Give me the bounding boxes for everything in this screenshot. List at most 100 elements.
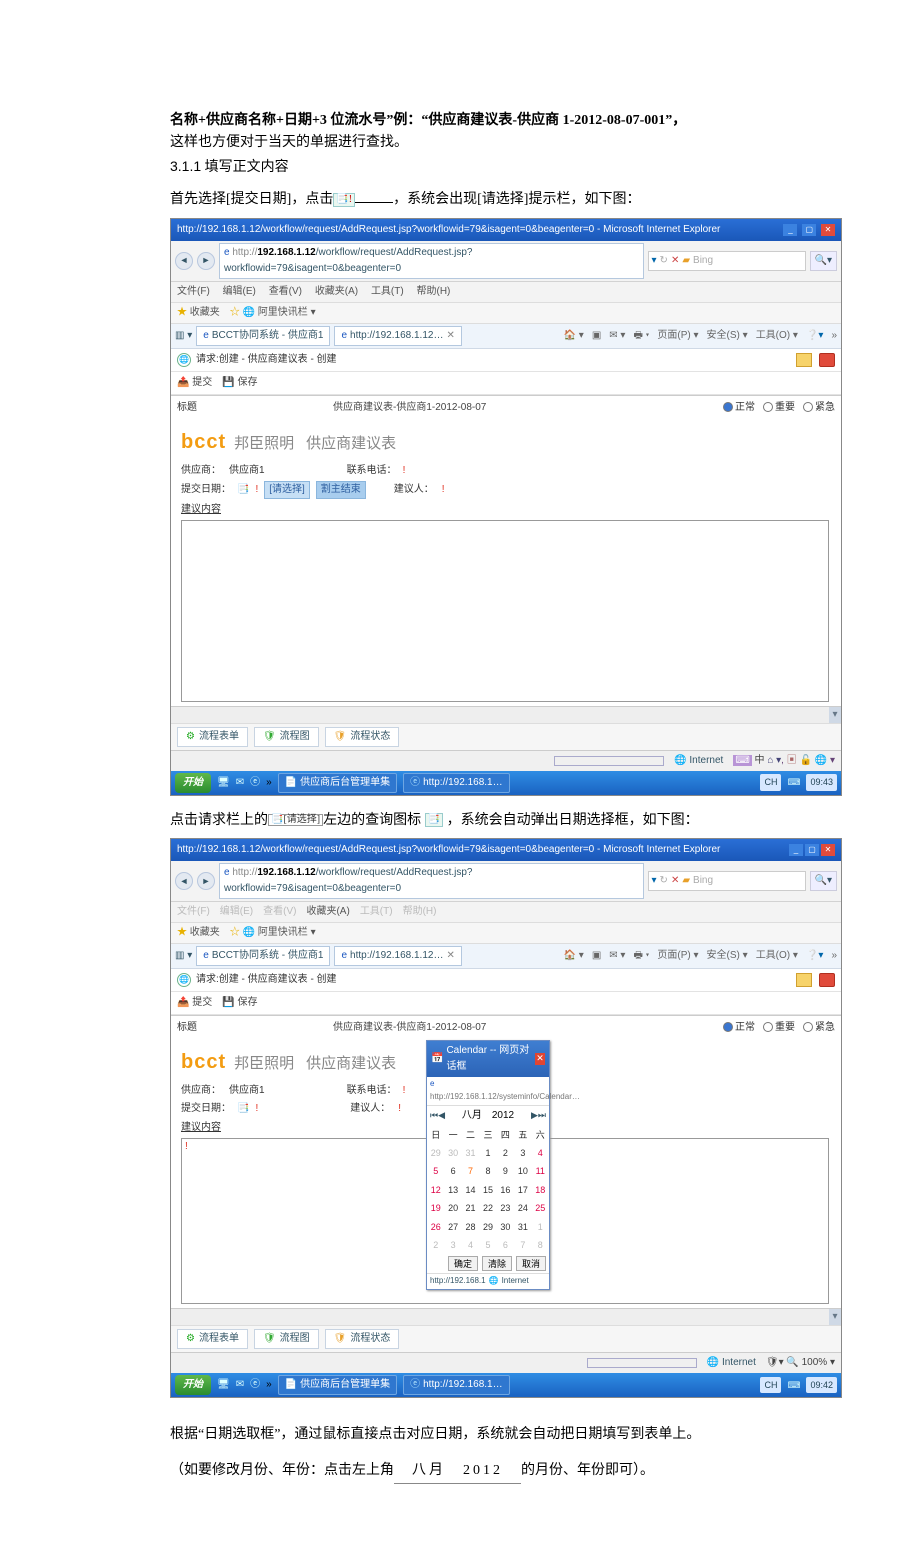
fav-item[interactable]: 🌐: [243, 307, 255, 318]
calendar-day[interactable]: 6: [444, 1162, 461, 1180]
tab-bcct[interactable]: eBCCT协同系统 - 供应商1: [196, 326, 330, 346]
ql-mail-icon[interactable]: ✉: [236, 775, 244, 791]
cal-next-year[interactable]: ⏭: [538, 1108, 546, 1122]
calendar-day[interactable]: 18: [532, 1181, 549, 1199]
date-search-icon[interactable]: 📑: [237, 482, 249, 498]
date-reqsel[interactable]: [请选择]: [264, 481, 310, 499]
tool-help-icon[interactable]: ❔▾: [806, 328, 823, 344]
calendar-day[interactable]: 19: [427, 1199, 444, 1217]
submit-action[interactable]: 📤 提交: [177, 375, 212, 391]
cal-prev-year[interactable]: ⏮: [430, 1108, 438, 1122]
calendar-day[interactable]: 8: [532, 1236, 549, 1254]
calendar-day[interactable]: 8: [479, 1162, 496, 1180]
menu-file[interactable]: 文件(F): [177, 286, 210, 297]
calendar-day[interactable]: 6: [497, 1236, 514, 1254]
calendar-day[interactable]: 4: [462, 1236, 479, 1254]
calendar-day[interactable]: 1: [479, 1144, 496, 1162]
tool-safe-dd[interactable]: 安全(S) ▾: [707, 328, 748, 344]
calendar-day[interactable]: 30: [497, 1218, 514, 1236]
tray-ime-icon[interactable]: ⌨: [787, 775, 800, 789]
save-action[interactable]: 💾 保存: [222, 375, 257, 391]
date-reqsel-btn[interactable]: 割主结束: [316, 481, 366, 499]
content-textarea[interactable]: [181, 520, 829, 702]
calendar-day[interactable]: 2: [497, 1144, 514, 1162]
tabbar-left-icon[interactable]: ▥ ▾: [175, 328, 192, 344]
calendar-day[interactable]: 28: [462, 1218, 479, 1236]
nav-back-button[interactable]: ◄: [175, 252, 193, 270]
calendar-day[interactable]: 15: [479, 1181, 496, 1199]
start-button[interactable]: 开始: [175, 773, 211, 793]
urgency-urgent[interactable]: 紧急: [803, 400, 835, 416]
calendar-day[interactable]: 23: [497, 1199, 514, 1217]
calendar-day[interactable]: 31: [462, 1144, 479, 1162]
tool-home-icon[interactable]: 🏠 ▾: [564, 328, 584, 344]
calendar-day[interactable]: 7: [514, 1236, 531, 1254]
calendar-day[interactable]: 16: [497, 1181, 514, 1199]
menu-view[interactable]: 查看(V): [269, 286, 302, 297]
nav-fwd-button[interactable]: ►: [197, 252, 215, 270]
calendar-day[interactable]: 30: [444, 1144, 461, 1162]
cal-clear-button[interactable]: 清除: [482, 1256, 512, 1271]
calendar-day[interactable]: 5: [427, 1162, 444, 1180]
close-button[interactable]: ✕: [821, 224, 835, 236]
cal-cancel-button[interactable]: 取消: [516, 1256, 546, 1271]
cal-ok-button[interactable]: 确定: [448, 1256, 478, 1271]
calendar-day[interactable]: 24: [514, 1199, 531, 1217]
calendar-day[interactable]: 29: [427, 1144, 444, 1162]
favorites-icon[interactable]: ★: [177, 307, 187, 318]
calendar-day[interactable]: 21: [462, 1199, 479, 1217]
tool-feed-icon[interactable]: ▣: [592, 328, 601, 344]
calendar-day[interactable]: 11: [532, 1162, 549, 1180]
tab-url[interactable]: ehttp://192.168.1.12… ✕: [334, 326, 461, 346]
zoom-level[interactable]: 🛡▾ 🔍 100% ▾: [766, 1355, 835, 1371]
menu-help[interactable]: 帮助(H): [417, 286, 451, 297]
menu-fav[interactable]: 收藏夹(A): [315, 286, 358, 297]
urgency-normal[interactable]: 正常: [723, 400, 755, 416]
tool-mail-icon[interactable]: ✉ ▾: [609, 328, 625, 344]
tab-chart[interactable]: 🛡流程图: [254, 727, 319, 747]
ql-ie-icon[interactable]: ⓔ: [250, 775, 260, 791]
calendar-day[interactable]: 3: [514, 1144, 531, 1162]
calendar-day[interactable]: 17: [514, 1181, 531, 1199]
refresh-icon[interactable]: ↻: [660, 253, 668, 269]
calendar-day[interactable]: 14: [462, 1181, 479, 1199]
calendar-day[interactable]: 12: [427, 1181, 444, 1199]
task-app2[interactable]: ⓔhttp://192.168.1…: [403, 773, 510, 793]
ime-bubble[interactable]: CH: [760, 774, 781, 790]
menu-tool[interactable]: 工具(T): [371, 286, 404, 297]
menu-edit[interactable]: 编辑(E): [223, 286, 256, 297]
minimize-button[interactable]: _: [783, 224, 797, 236]
calendar-day[interactable]: 29: [479, 1218, 496, 1236]
tool-page-dd[interactable]: 页面(P) ▾: [657, 328, 698, 344]
calendar-day[interactable]: 3: [444, 1236, 461, 1254]
urgency-important[interactable]: 重要: [763, 400, 795, 416]
tab-form[interactable]: ⚙流程表单: [177, 727, 248, 747]
calendar-day[interactable]: 5: [479, 1236, 496, 1254]
cal-prev-month[interactable]: ◀: [438, 1108, 445, 1122]
calendar-close-button[interactable]: ✕: [535, 1053, 545, 1065]
tab-status[interactable]: 🛡流程状态: [325, 727, 400, 747]
calendar-day[interactable]: 25: [532, 1199, 549, 1217]
calendar-day[interactable]: 1: [532, 1218, 549, 1236]
calendar-day[interactable]: 7: [462, 1162, 479, 1180]
calendar-day[interactable]: 20: [444, 1199, 461, 1217]
calendar-day[interactable]: 13: [444, 1181, 461, 1199]
calendar-day[interactable]: 22: [479, 1199, 496, 1217]
address-input[interactable]: e http://http://192.168.1.12/workflow/re…: [219, 243, 644, 279]
reqline-btn-2[interactable]: [819, 353, 835, 367]
calendar-day[interactable]: 31: [514, 1218, 531, 1236]
calendar-day[interactable]: 4: [532, 1144, 549, 1162]
stop-icon[interactable]: ✕: [671, 253, 679, 269]
cal-next-month[interactable]: ▶: [531, 1108, 538, 1122]
ql-desktop-icon[interactable]: 🖥: [217, 775, 230, 791]
tool-print-icon[interactable]: 🖶 ▾: [633, 328, 649, 344]
calendar-day[interactable]: 2: [427, 1236, 444, 1254]
calendar-day[interactable]: 27: [444, 1218, 461, 1236]
maximize-button[interactable]: ▢: [802, 224, 816, 236]
reqline-btn-1[interactable]: [796, 353, 812, 367]
tool-tool-dd[interactable]: 工具(O) ▾: [756, 328, 798, 344]
calendar-day[interactable]: 26: [427, 1218, 444, 1236]
search-go-button[interactable]: 🔍▾: [810, 251, 837, 271]
task-app1[interactable]: 📄供应商后台管理单集: [278, 773, 397, 793]
calendar-day[interactable]: 10: [514, 1162, 531, 1180]
